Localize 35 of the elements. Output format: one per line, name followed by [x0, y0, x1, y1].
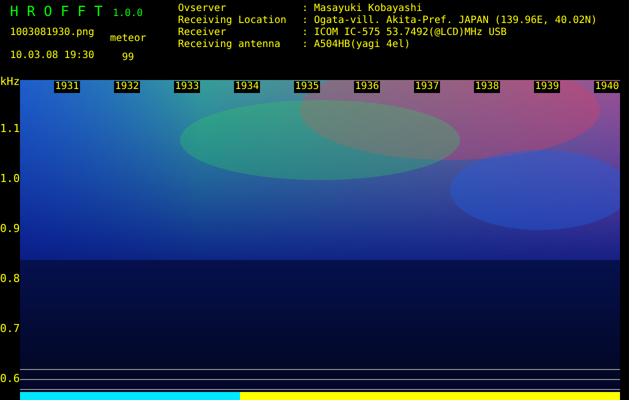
- counter-label: meteor: [110, 32, 146, 46]
- time-label: 1935: [294, 81, 320, 93]
- info-value: Ogata-vill. Akita-Pref. JAPAN (139.96E, 40.02N): [314, 15, 597, 27]
- info-value: ICOM IC-575 53.7492(@LCD)MHz USB: [314, 27, 507, 39]
- app-version: 1.0.0: [112, 7, 143, 21]
- time-label: 1936: [354, 81, 380, 93]
- info-separator: :: [302, 3, 310, 15]
- info-value: Masayuki Kobayashi: [314, 3, 422, 15]
- time-label: 1937: [414, 81, 440, 93]
- frequency-label: 1.0: [0, 173, 20, 185]
- time-label: 1934: [234, 81, 260, 93]
- time-label: 1931: [54, 81, 80, 93]
- time-label: 1932: [114, 81, 140, 93]
- info-separator: :: [302, 15, 310, 27]
- frequency-label: 1.1: [0, 123, 20, 135]
- time-label: 1938: [474, 81, 500, 93]
- time-label: 1940: [594, 81, 620, 93]
- frequency-label: 0.7: [0, 323, 20, 335]
- info-value: A504HB(yagi 4el): [314, 39, 410, 51]
- frequency-label: 0.9: [0, 223, 20, 235]
- time-label: 1939: [534, 81, 560, 93]
- date-time: 10.03.08 19:30: [10, 49, 96, 63]
- info-label: Ovserver: [178, 3, 228, 15]
- app-title: H R O F F T: [10, 3, 103, 22]
- unit-label: kHz: [0, 74, 20, 90]
- info-label: Receiving Location: [178, 15, 288, 27]
- info-label: Receiving antenna: [178, 39, 282, 51]
- file-name: 1003081930.png: [10, 26, 96, 40]
- frequency-label: 0.6: [0, 373, 20, 385]
- info-separator: :: [302, 39, 310, 51]
- info-label: Receiver: [178, 27, 228, 39]
- info-separator: :: [302, 27, 310, 39]
- meteor-count: 99: [122, 51, 134, 65]
- time-label: 1933: [174, 81, 200, 93]
- frequency-label: 0.8: [0, 273, 20, 285]
